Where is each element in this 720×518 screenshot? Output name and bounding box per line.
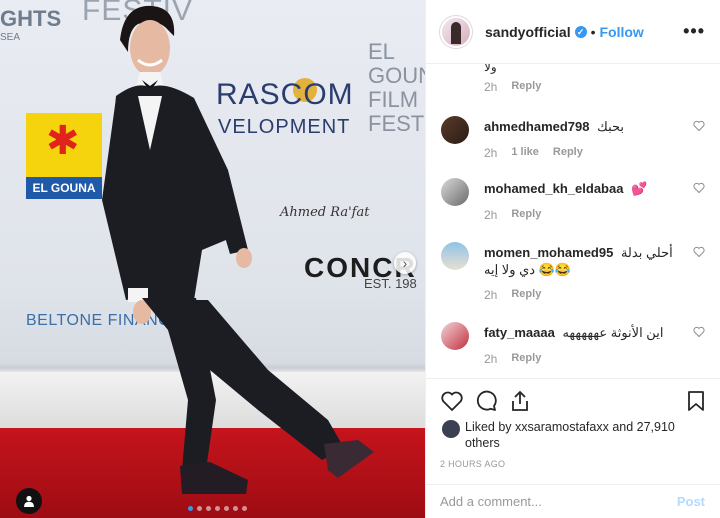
separator-bullet: • — [590, 23, 596, 40]
liked-by-prefix: Liked by — [465, 420, 512, 434]
carousel-indicator — [188, 506, 247, 511]
comment-icon[interactable] — [474, 389, 498, 413]
post-timestamp: 2 HOURS AGO — [440, 459, 506, 469]
comment-meta: 2h Reply — [484, 208, 541, 222]
comment-meta: 2h Reply — [484, 288, 541, 302]
comment-username[interactable]: momen_mohamed95 — [484, 245, 613, 260]
verified-badge-icon: ✓ — [574, 25, 587, 38]
comment-time: 2h — [484, 352, 498, 366]
comment-body: 💕 — [631, 181, 648, 196]
next-arrow-button[interactable]: › — [394, 252, 416, 274]
user-icon — [24, 495, 34, 507]
carousel-dot — [233, 506, 238, 511]
carousel-dot — [188, 506, 193, 511]
post-header: sandyofficial ✓ • Follow ••• — [426, 0, 720, 64]
add-comment-input[interactable] — [440, 494, 660, 509]
person-figure — [102, 5, 374, 494]
elgouna-logo-text: EL GOUNA — [26, 177, 102, 199]
comment-avatar[interactable] — [441, 242, 469, 270]
comment-avatar[interactable] — [441, 178, 469, 206]
liked-by: Liked by xxsaramostafaxx and 27,910 othe… — [442, 419, 712, 451]
bookmark-icon[interactable] — [684, 389, 708, 413]
comment-item: momen_mohamed95 أحلي بدلة دي ولا إيه 😂😂 … — [439, 242, 709, 308]
carousel-dot — [206, 506, 211, 511]
comment-item: faty_maaaa اين الأنوثة عهههههه 2h Reply — [439, 322, 709, 372]
chevron-right-icon: › — [402, 255, 408, 271]
more-options-icon[interactable]: ••• — [683, 22, 705, 40]
post-photo[interactable]: GHTS SEA FESTIV ✱ EL GOUNA RASCOM VELOPM… — [0, 0, 425, 518]
comment-username[interactable]: mohamed_kh_eldabaa — [484, 181, 623, 196]
reply-button[interactable]: Reply — [511, 352, 541, 366]
comment-username[interactable]: faty_maaaa — [484, 325, 555, 340]
avatar[interactable] — [439, 14, 473, 49]
carousel-dot — [224, 506, 229, 511]
comment-avatar[interactable] — [441, 116, 469, 144]
like-heart-icon[interactable] — [693, 326, 705, 338]
comment-likes[interactable]: 1 like — [511, 146, 539, 160]
post-sidebar: sandyofficial ✓ • Follow ••• ولا 2h Repl… — [425, 0, 720, 518]
comment-item: mohamed_kh_eldabaa 💕 2h Reply — [439, 178, 709, 228]
comment-text: ahmedhamed798 بحبك — [484, 118, 679, 135]
tagged-users-button[interactable] — [16, 488, 42, 514]
photographer-signature: Ahmed Ra'fat — [280, 205, 370, 220]
comment-meta: 2h 1 like Reply — [484, 146, 583, 160]
comment-text: momen_mohamed95 أحلي بدلة دي ولا إيه 😂😂 — [484, 244, 679, 278]
comment-avatar[interactable] — [441, 322, 469, 350]
comment-time: 2h — [484, 288, 498, 302]
like-heart-icon[interactable] — [693, 120, 705, 132]
comment-item: ahmedhamed798 بحبك 2h 1 like Reply — [439, 116, 709, 166]
like-heart-icon[interactable] — [693, 246, 705, 258]
liker-avatar[interactable] — [442, 420, 460, 438]
star-icon: ✱ — [46, 119, 80, 163]
comments-list[interactable]: ولا 2h Reply ahmedhamed798 بحبك 2h 1 lik… — [426, 64, 720, 378]
reply-button[interactable]: Reply — [511, 208, 541, 222]
liker-username[interactable]: xxsaramostafaxx — [515, 420, 609, 434]
liked-by-text: Liked by xxsaramostafaxx and 27,910 othe… — [465, 419, 712, 451]
sponsor-sea: SEA — [0, 32, 21, 43]
sponsor-lights: GHTS — [0, 6, 62, 31]
reply-button[interactable]: Reply — [511, 80, 541, 94]
reply-button[interactable]: Reply — [511, 288, 541, 302]
carousel-dot — [215, 506, 220, 511]
follow-button[interactable]: Follow — [600, 24, 644, 40]
comment-text: mohamed_kh_eldabaa 💕 — [484, 180, 679, 197]
carousel-dot — [242, 506, 247, 511]
comment-time: 2h — [484, 208, 498, 222]
heart-icon[interactable] — [440, 389, 464, 413]
comment-text: faty_maaaa اين الأنوثة عهههههه — [484, 324, 679, 341]
elgouna-logo: ✱ EL GOUNA — [26, 113, 102, 199]
comment-body: بحبك — [597, 119, 625, 134]
comment-meta: 2h Reply — [484, 80, 541, 94]
post-actions: Liked by xxsaramostafaxx and 27,910 othe… — [426, 378, 720, 488]
add-comment-bar: Post — [426, 484, 720, 518]
comment-time: 2h — [484, 80, 498, 94]
comment-time: 2h — [484, 146, 498, 160]
username-link[interactable]: sandyofficial — [485, 24, 571, 40]
share-icon[interactable] — [508, 389, 532, 413]
reply-button[interactable]: Reply — [553, 146, 583, 160]
comment-username[interactable]: ahmedhamed798 — [484, 119, 590, 134]
comment-body: اين الأنوثة عهههههه — [562, 325, 664, 340]
like-heart-icon[interactable] — [693, 182, 705, 194]
comment-meta: 2h Reply — [484, 352, 541, 366]
post-comment-button[interactable]: Post — [677, 494, 705, 509]
comment-fragment: ولا — [484, 64, 497, 74]
carousel-dot — [197, 506, 202, 511]
liked-by-and: and — [612, 420, 634, 434]
